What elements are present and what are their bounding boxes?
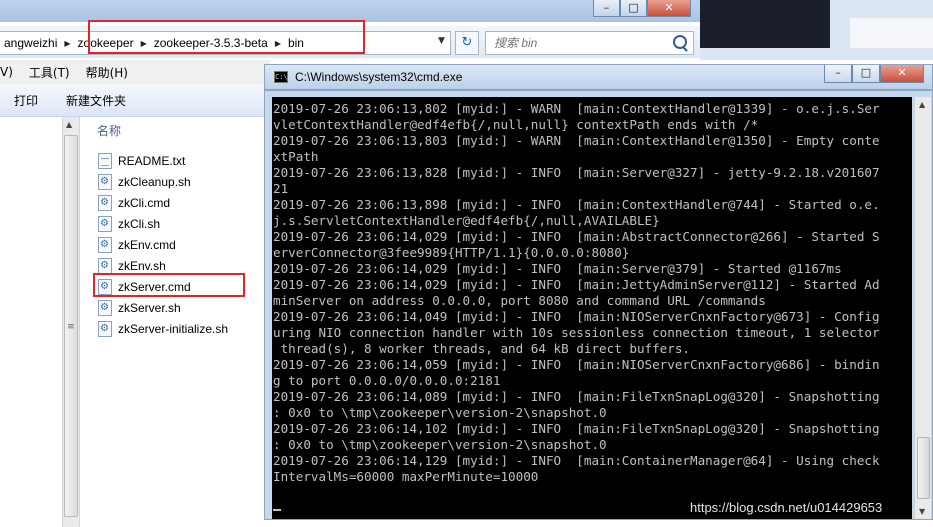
files-container: README.txt zkCleanup.sh zkCli.cmd zkCli.… [98, 150, 228, 339]
breadcrumb-item[interactable]: angweizhi [0, 36, 61, 50]
search-icon[interactable] [673, 35, 687, 49]
console-line: : 0x0 to \tmp\zookeeper\version-2\snapsh… [273, 405, 607, 420]
explorer-titlebar: – □ ✕ [0, 0, 700, 22]
script-file-icon [98, 320, 112, 337]
file-name: zkCli.sh [118, 216, 161, 231]
script-file-icon [98, 236, 112, 253]
script-file-icon [98, 194, 112, 211]
console-line: vletContextHandler@edf4efb{/,null,null} … [273, 117, 759, 132]
background-window-light [850, 18, 933, 48]
console-icon: C:\ [274, 71, 288, 83]
chevron-down-icon[interactable]: ▼ [438, 36, 445, 46]
script-file-icon [98, 173, 112, 190]
close-button[interactable]: ✕ [647, 0, 691, 17]
background-desktop [700, 0, 933, 60]
search-input[interactable] [492, 32, 671, 54]
refresh-button[interactable]: ↻ [455, 31, 479, 55]
explorer-window-buttons: – □ ✕ [593, 0, 691, 18]
cmd-minimize-button[interactable]: – [824, 65, 852, 83]
console-line: : 0x0 to \tmp\zookeeper\version-2\snapsh… [273, 437, 607, 452]
console-line: uring NIO connection handler with 10s se… [273, 325, 880, 340]
search-field[interactable] [485, 31, 694, 55]
console-line: 2019-07-26 23:06:14,029 [myid:] - INFO [… [273, 229, 880, 244]
toolbar: 打印 新建文件夹 [0, 84, 270, 117]
scrollbar-thumb[interactable] [917, 437, 930, 499]
cmd-window: C:\ C:\Windows\system32\cmd.exe – □ ✕ 20… [264, 64, 933, 520]
list-item[interactable]: zkServer-initialize.sh [98, 318, 228, 339]
grip-icon: ≡ [67, 322, 75, 332]
console-line: 21 [273, 181, 289, 196]
list-item[interactable]: zkServer.sh [98, 297, 228, 318]
console-line: xtPath [273, 149, 319, 164]
file-name: zkEnv.sh [118, 258, 166, 273]
file-name: zkCleanup.sh [118, 174, 191, 189]
file-name: README.txt [118, 153, 186, 168]
console-line: 2019-07-26 23:06:14,059 [myid:] - INFO [… [273, 357, 880, 372]
script-file-icon [98, 257, 112, 274]
print-button[interactable]: 打印 [0, 92, 52, 109]
navigation-scrollbar[interactable]: ▲ ≡ [62, 117, 80, 527]
console-line: erverConnector@3fee9989{HTTP/1.1}{0.0.0.… [273, 245, 630, 260]
file-name: zkServer-initialize.sh [118, 321, 229, 336]
cmd-window-buttons: – □ ✕ [824, 65, 924, 83]
console-line: thread(s), 8 worker threads, and 64 kB d… [273, 341, 691, 356]
list-item[interactable]: zkCli.sh [98, 213, 228, 234]
cmd-frame: 2019-07-26 23:06:13,802 [myid:] - WARN [… [264, 90, 933, 520]
file-list: 名称 README.txt zkCleanup.sh zkCli.cmd zkC… [80, 117, 270, 527]
list-item[interactable]: zkCli.cmd [98, 192, 228, 213]
console-line: minServer on address 0.0.0.0, port 8080 … [273, 293, 766, 308]
console-line: 2019-07-26 23:06:14,029 [myid:] - INFO [… [273, 261, 842, 276]
console-line: j.s.ServletContextHandler@edf4efb{/,null… [273, 213, 660, 228]
console-line: 2019-07-26 23:06:14,102 [myid:] - INFO [… [273, 421, 880, 436]
cmd-maximize-button[interactable]: □ [852, 65, 880, 83]
console-line: IntervalMs=60000 maxPerMinute=10000 [273, 469, 539, 484]
background-window-dark [700, 0, 830, 48]
console-line: 2019-07-26 23:06:14,089 [myid:] - INFO [… [273, 389, 880, 404]
minimize-button[interactable]: – [593, 0, 620, 17]
console-line: 2019-07-26 23:06:14,129 [myid:] - INFO [… [273, 453, 880, 468]
console-line: 2019-07-26 23:06:13,828 [myid:] - INFO [… [273, 165, 880, 180]
list-item[interactable]: README.txt [98, 150, 228, 171]
script-file-icon [98, 215, 112, 232]
refresh-icon: ↻ [461, 35, 473, 50]
file-name: zkCli.cmd [118, 195, 171, 210]
new-folder-button[interactable]: 新建文件夹 [52, 92, 140, 109]
scroll-down-icon[interactable]: ▼ [919, 507, 925, 516]
console-output[interactable]: 2019-07-26 23:06:13,802 [myid:] - WARN [… [272, 97, 912, 519]
cmd-titlebar[interactable]: C:\ C:\Windows\system32\cmd.exe – □ ✕ [264, 64, 933, 90]
console-line: 2019-07-26 23:06:14,029 [myid:] - INFO [… [273, 277, 880, 292]
menu-tools[interactable]: 工具(T) [21, 64, 78, 81]
column-header-name[interactable]: 名称 [97, 122, 121, 139]
file-highlight-box [93, 273, 245, 297]
chevron-right-icon[interactable]: ▶ [61, 39, 73, 48]
menu-help[interactable]: 帮助(H) [78, 64, 136, 81]
cmd-title: C:\Windows\system32\cmd.exe [295, 70, 463, 84]
file-name: zkEnv.cmd [118, 237, 176, 252]
console-line: 2019-07-26 23:06:13,898 [myid:] - INFO [… [273, 197, 880, 212]
watermark: https://blog.csdn.net/u014429653 [690, 500, 883, 515]
console-line: 2019-07-26 23:06:13,802 [myid:] - WARN [… [273, 101, 880, 116]
list-item[interactable]: zkCleanup.sh [98, 171, 228, 192]
list-item[interactable]: zkEnv.cmd [98, 234, 228, 255]
script-file-icon [98, 299, 112, 316]
cmd-scrollbar[interactable]: ▲ ▼ [914, 97, 931, 519]
text-cursor [273, 508, 281, 511]
menu-view[interactable]: V) [0, 65, 21, 79]
text-file-icon [98, 152, 112, 169]
console-text: 2019-07-26 23:06:13,802 [myid:] - WARN [… [272, 97, 912, 517]
cmd-close-button[interactable]: ✕ [880, 65, 924, 83]
file-name: zkServer.sh [118, 300, 181, 315]
scroll-up-icon[interactable]: ▲ [66, 120, 72, 129]
maximize-button[interactable]: □ [620, 0, 647, 17]
path-highlight-box [88, 20, 365, 54]
console-line: 2019-07-26 23:06:14,049 [myid:] - INFO [… [273, 309, 880, 324]
scroll-up-icon[interactable]: ▲ [919, 100, 925, 109]
console-line: 2019-07-26 23:06:13,803 [myid:] - WARN [… [273, 133, 880, 148]
navigation-pane[interactable] [0, 117, 62, 527]
menu-bar: V) 工具(T) 帮助(H) [0, 60, 270, 84]
console-line: g to port 0.0.0.0/0.0.0.0:2181 [273, 373, 501, 388]
